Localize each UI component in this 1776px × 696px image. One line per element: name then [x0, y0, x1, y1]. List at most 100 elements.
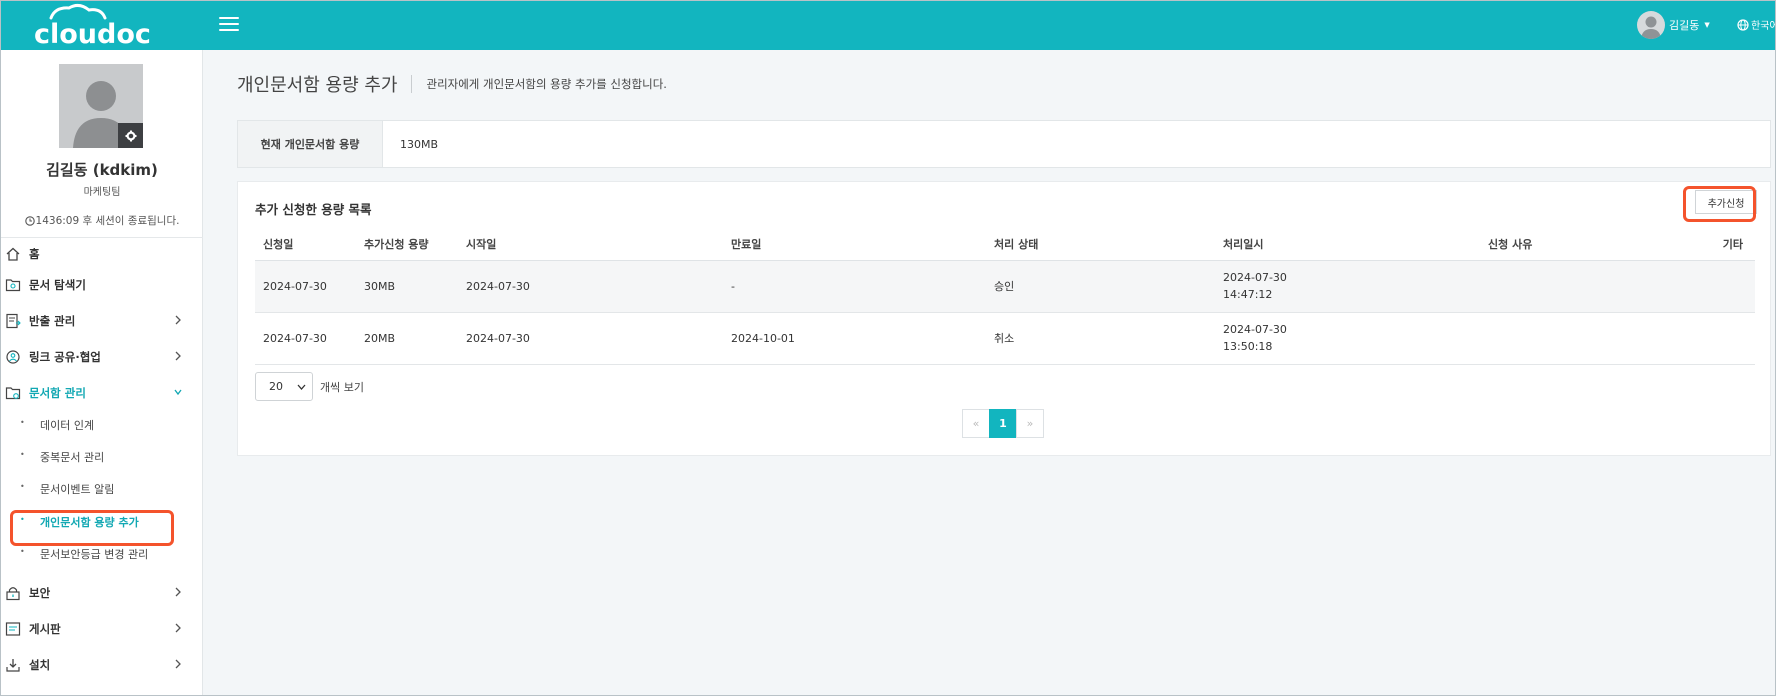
chevron-right-icon: [175, 351, 181, 361]
globe-icon: [1737, 18, 1749, 31]
sidebar-item-label: 링크 공유·협업: [29, 350, 101, 364]
explorer-icon: [5, 279, 21, 292]
cell-status: 승인: [986, 260, 1215, 313]
table-row[interactable]: 2024-07-30 30MB 2024-07-30 - 승인 2024-07-…: [255, 260, 1755, 313]
page-size-select[interactable]: 20: [255, 372, 313, 401]
export-icon: [6, 313, 21, 329]
sidebar-subitem-label: 문서이벤트 알림: [40, 483, 115, 496]
cell-expire-date: -: [723, 260, 986, 313]
sidebar-item-link-share[interactable]: 링크 공유·협업: [1, 345, 203, 369]
language-selector[interactable]: 한국어: [1737, 17, 1776, 32]
column-header[interactable]: 기타: [1640, 228, 1755, 261]
session-text: 1436:09 후 세션이 종료됩니다.: [35, 215, 180, 227]
sidebar-item-label: 문서 탐색기: [29, 278, 86, 292]
request-table: 신청일 추가신청 용량 시작일 만료일 처리 상태 처리일시 신청 사유 기타 …: [255, 228, 1755, 365]
page-header: 개인문서함 용량 추가 관리자에게 개인문서함의 용량 추가를 신청합니다.: [237, 69, 667, 99]
table-row[interactable]: 2024-07-30 20MB 2024-07-30 2024-10-01 취소…: [255, 312, 1755, 365]
column-header[interactable]: 추가신청 용량: [356, 228, 458, 261]
lock-icon: [6, 587, 20, 601]
sidebar-item-home[interactable]: 홈: [1, 242, 203, 266]
page-description: 관리자에게 개인문서함의 용량 추가를 신청합니다.: [426, 77, 667, 91]
clock-icon: [24, 215, 35, 226]
sidebar-item-label: 문서함 관리: [29, 386, 86, 400]
cell-reason: [1480, 312, 1640, 365]
sidebar-item-label: 설치: [29, 658, 51, 672]
sidebar-subitem-duplicate-docs[interactable]: • 중복문서 관리: [1, 445, 203, 467]
chevron-right-icon: [175, 623, 181, 633]
chevron-down-icon: [297, 384, 306, 390]
sidebar-subitem-capacity-add[interactable]: • 개인문서함 용량 추가: [1, 510, 203, 532]
pagination-next-button[interactable]: »: [1016, 409, 1044, 438]
cell-start-date: 2024-07-30: [458, 312, 723, 365]
sidebar-subitem-data-handover[interactable]: • 데이터 인계: [1, 413, 203, 435]
sidebar-subitem-label: 데이터 인계: [40, 419, 95, 432]
link-share-icon: [6, 350, 20, 364]
column-header[interactable]: 만료일: [723, 228, 986, 261]
person-icon: [1641, 16, 1661, 39]
cell-etc: [1640, 312, 1755, 365]
chevron-right-icon: [175, 659, 181, 669]
current-capacity-box: 현재 개인문서함 용량 130MB: [237, 120, 1771, 168]
avatar: [1637, 11, 1665, 39]
user-name: 김길동: [1669, 19, 1700, 32]
cell-status: 취소: [986, 312, 1215, 365]
profile-settings-button[interactable]: [118, 123, 143, 148]
board-icon: [5, 622, 21, 636]
sidebar-item-label: 게시판: [29, 622, 61, 636]
cell-expire-date: 2024-10-01: [723, 312, 986, 365]
user-menu[interactable]: 김길동 ▼: [1637, 11, 1710, 39]
cell-processed-at: 2024-07-30 13:50:18: [1215, 312, 1480, 365]
folder-icon: [5, 387, 21, 400]
sidebar-item-label: 반출 관리: [29, 314, 76, 328]
gear-icon: [125, 130, 136, 141]
chevron-right-icon: [175, 315, 181, 325]
pagination-prev-button[interactable]: «: [962, 409, 990, 438]
sidebar-item-explorer[interactable]: 문서 탐색기: [1, 273, 203, 297]
sidebar-item-label: 보안: [29, 586, 51, 600]
column-header[interactable]: 신청일: [255, 228, 356, 261]
download-icon: [6, 659, 20, 672]
column-header[interactable]: 시작일: [458, 228, 723, 261]
page-size-label: 개씩 보기: [320, 381, 364, 394]
caret-down-icon: ▼: [1704, 21, 1710, 29]
language-label: 한국어: [1751, 21, 1776, 32]
profile-name: 김길동 (kdkim): [46, 161, 158, 179]
sidebar-subitem-label: 중복문서 관리: [40, 451, 105, 464]
page-title: 개인문서함 용량 추가: [237, 75, 398, 96]
column-header[interactable]: 처리 상태: [986, 228, 1215, 261]
app-window: cloudoc 김길동 ▼ 한국어 김길동 (kdkim) 마케팅팀 1436:…: [0, 0, 1776, 696]
sidebar-item-security[interactable]: 보안: [1, 581, 203, 605]
capacity-value: 130MB: [400, 137, 439, 151]
cell-start-date: 2024-07-30: [458, 260, 723, 313]
sidebar-item-board[interactable]: 게시판: [1, 617, 203, 641]
add-request-button[interactable]: 추가신청: [1695, 190, 1757, 214]
sidebar-subitem-label: 문서보안등급 변경 관리: [40, 548, 149, 561]
cell-apply-date: 2024-07-30: [255, 260, 356, 313]
cell-amount: 30MB: [356, 260, 458, 313]
pagination: « 1 »: [962, 409, 1044, 438]
cloudoc-logo[interactable]: cloudoc: [31, 1, 177, 50]
svg-text:cloudoc: cloudoc: [34, 19, 151, 50]
sidebar-item-install[interactable]: 설치: [1, 653, 203, 677]
menu-icon: [219, 17, 239, 19]
profile-panel: 김길동 (kdkim) 마케팅팀 1436:09 후 세션이 종료됩니다.: [1, 50, 203, 238]
menu-toggle-button[interactable]: [219, 17, 239, 32]
sidebar-subitem-security-grade[interactable]: • 문서보안등급 변경 관리: [1, 542, 203, 564]
pagination-page-1[interactable]: 1: [989, 409, 1017, 438]
home-icon: [6, 247, 20, 261]
cell-reason: [1480, 260, 1640, 313]
table-header-row: 신청일 추가신청 용량 시작일 만료일 처리 상태 처리일시 신청 사유 기타: [255, 228, 1755, 261]
cell-processed-at: 2024-07-30 14:47:12: [1215, 260, 1480, 313]
cell-apply-date: 2024-07-30: [255, 312, 356, 365]
top-header: cloudoc 김길동 ▼ 한국어: [1, 1, 1776, 50]
chevron-down-icon: [174, 389, 182, 396]
cell-etc: [1640, 260, 1755, 313]
sidebar-item-export[interactable]: 반출 관리: [1, 309, 203, 333]
page-size-value: 20: [269, 380, 283, 393]
sidebar-subitem-doc-event-alert[interactable]: • 문서이벤트 알림: [1, 477, 203, 499]
sidebar-item-folder-management[interactable]: 문서함 관리: [1, 381, 203, 405]
column-header[interactable]: 신청 사유: [1480, 228, 1640, 261]
column-header[interactable]: 처리일시: [1215, 228, 1480, 261]
session-timer: 1436:09 후 세션이 종료됩니다.: [1, 213, 203, 228]
chevron-right-icon: [175, 587, 181, 597]
